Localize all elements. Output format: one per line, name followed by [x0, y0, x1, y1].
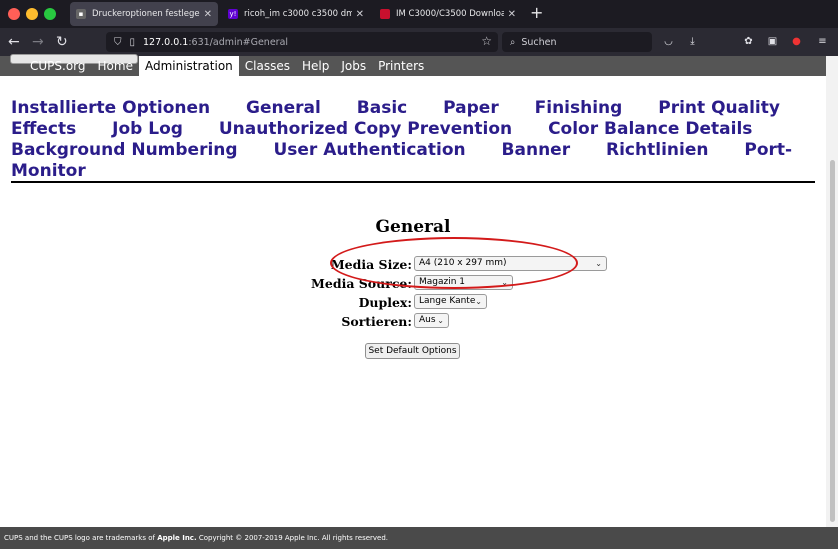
section-link-user-authentication[interactable]: User Authentication — [273, 140, 465, 160]
section-link-richtlinien[interactable]: Richtlinien — [606, 140, 708, 160]
footer-company: Apple Inc. — [157, 534, 197, 542]
media-source-label: Media Source: — [311, 276, 412, 291]
duplex-label: Duplex: — [358, 295, 412, 310]
tab-title: IM C3000/C3500 Downloads | R — [396, 9, 504, 19]
section-link-effects[interactable]: Effects — [11, 119, 76, 139]
media-size-select[interactable]: A4 (210 x 297 mm) ⌄ — [414, 256, 607, 271]
screenshot-icon[interactable]: ▣ — [766, 35, 779, 48]
footer: CUPS and the CUPS logo are trademarks of… — [0, 527, 838, 549]
section-link-general[interactable]: General — [246, 98, 321, 118]
sortieren-row: Sortieren: Aus ⌄ — [0, 313, 838, 330]
color-picker-icon[interactable]: ✿ — [742, 35, 755, 48]
cups-nav-printers[interactable]: Printers — [372, 56, 430, 76]
duplex-row: Duplex: Lange Kante ⌄ — [0, 294, 838, 311]
page-title: General — [375, 217, 451, 237]
section-link-finishing[interactable]: Finishing — [535, 98, 623, 118]
cups-nav-cups-org[interactable]: CUPS.org — [24, 56, 92, 76]
cups-nav-classes[interactable]: Classes — [239, 56, 296, 76]
tab-title: Druckeroptionen festlegen - CUP — [92, 9, 200, 19]
sortieren-select[interactable]: Aus ⌄ — [414, 313, 449, 328]
footer-text-post: Copyright © 2007-2019 Apple Inc. All rig… — [196, 534, 389, 542]
section-link-unauthorized-copy-prevention[interactable]: Unauthorized Copy Prevention — [219, 119, 512, 139]
close-icon[interactable]: ✕ — [204, 9, 212, 20]
section-link-color-balance-details[interactable]: Color Balance Details — [548, 119, 752, 139]
section-link-installierte-optionen[interactable]: Installierte Optionen — [11, 98, 210, 118]
cups-nav: CUPS.org Home Administration Classes Help Job… — [24, 56, 430, 76]
tab-title: ricoh_im c3000 c3500 dmg - Ya — [244, 9, 352, 19]
media-source-row: Media Source: Magazin 1 ⌄ — [0, 275, 838, 292]
yahoo-icon: y! — [228, 9, 238, 19]
download-icon[interactable]: ⤓ — [686, 35, 699, 48]
section-link-paper[interactable]: Paper — [443, 98, 499, 118]
tab-cups[interactable]: ▪ Druckeroptionen festlegen - CUP ✕ — [70, 2, 218, 26]
scrollbar-thumb[interactable] — [830, 160, 835, 522]
chevron-down-icon: ⌄ — [595, 259, 602, 268]
close-window-button[interactable] — [8, 8, 20, 20]
section-link-banner[interactable]: Banner — [502, 140, 571, 160]
cups-header: CUPS.org Home Administration Classes Help Job… — [0, 54, 838, 76]
chevron-down-icon: ⌄ — [501, 278, 508, 287]
reload-icon[interactable]: ↻ — [56, 33, 68, 51]
url-path: :631/admin#General — [188, 36, 289, 48]
bookmark-star-icon[interactable]: ☆ — [481, 34, 492, 48]
media-size-label: Media Size: — [330, 257, 412, 272]
chevron-down-icon: ⌄ — [437, 316, 444, 325]
tab-yahoo[interactable]: y! ricoh_im c3000 c3500 dmg - Ya ✕ — [222, 2, 370, 26]
cups-nav-jobs[interactable]: Jobs — [335, 56, 372, 76]
section-links: Installierte Optionen General Basic Pape… — [11, 98, 815, 182]
forward-arrow-icon[interactable]: → — [32, 33, 44, 51]
tab-ricoh[interactable]: IM C3000/C3500 Downloads | R ✕ — [374, 2, 522, 26]
search-icon: ⌕ — [510, 36, 516, 48]
zoom-window-button[interactable] — [44, 8, 56, 20]
search-placeholder: Suchen — [521, 36, 557, 48]
url-bar[interactable]: ⛉ ▯ 127.0.0.1:631/admin#General ☆ — [106, 32, 498, 52]
media-source-value: Magazin 1 — [419, 277, 466, 287]
pocket-icon[interactable]: ◡ — [662, 35, 675, 48]
sortieren-label: Sortieren: — [341, 314, 412, 329]
browser-nav-bar: ← → ↻ ⛉ ▯ 127.0.0.1:631/admin#General ☆ … — [0, 28, 838, 56]
section-link-basic[interactable]: Basic — [357, 98, 407, 118]
back-arrow-icon[interactable]: ← — [8, 33, 20, 51]
section-link-background-numbering[interactable]: Background Numbering — [11, 140, 238, 160]
chevron-down-icon: ⌄ — [475, 297, 482, 306]
search-bar[interactable]: ⌕ Suchen — [502, 32, 652, 52]
page-icon: ▯ — [129, 36, 136, 48]
media-size-row: Media Size: A4 (210 x 297 mm) ⌄ — [0, 256, 838, 273]
close-icon[interactable]: ✕ — [356, 9, 364, 20]
cups-nav-help[interactable]: Help — [296, 56, 335, 76]
menu-icon[interactable]: ≡ — [816, 35, 829, 48]
close-icon[interactable]: ✕ — [508, 9, 516, 20]
sortieren-value: Aus — [419, 315, 436, 325]
media-size-value: A4 (210 x 297 mm) — [419, 258, 507, 268]
new-tab-button[interactable]: + — [530, 3, 543, 23]
cups-icon: ▪ — [76, 9, 86, 19]
url-host: 127.0.0.1 — [143, 36, 189, 48]
cups-nav-home[interactable]: Home — [92, 56, 139, 76]
minimize-window-button[interactable] — [26, 8, 38, 20]
duplex-value: Lange Kante — [419, 296, 476, 306]
footer-text-pre: CUPS and the CUPS logo are trademarks of — [4, 534, 158, 542]
section-link-print-quality[interactable]: Print Quality — [658, 98, 780, 118]
browser-tab-bar: ▪ Druckeroptionen festlegen - CUP ✕ y! r… — [0, 0, 838, 28]
duplex-select[interactable]: Lange Kante ⌄ — [414, 294, 487, 309]
ricoh-icon — [380, 9, 390, 19]
shield-icon[interactable]: ⛉ — [114, 37, 122, 48]
set-default-options-button[interactable]: Set Default Options — [365, 343, 460, 359]
ublock-icon[interactable]: ● — [790, 35, 803, 48]
section-link-port[interactable]: Port- — [744, 140, 792, 160]
media-source-select[interactable]: Magazin 1 ⌄ — [414, 275, 513, 290]
divider — [11, 181, 815, 183]
section-link-job-log[interactable]: Job Log — [112, 119, 183, 139]
section-link-monitor[interactable]: Monitor — [11, 161, 86, 181]
cups-nav-administration[interactable]: Administration — [138, 56, 239, 76]
